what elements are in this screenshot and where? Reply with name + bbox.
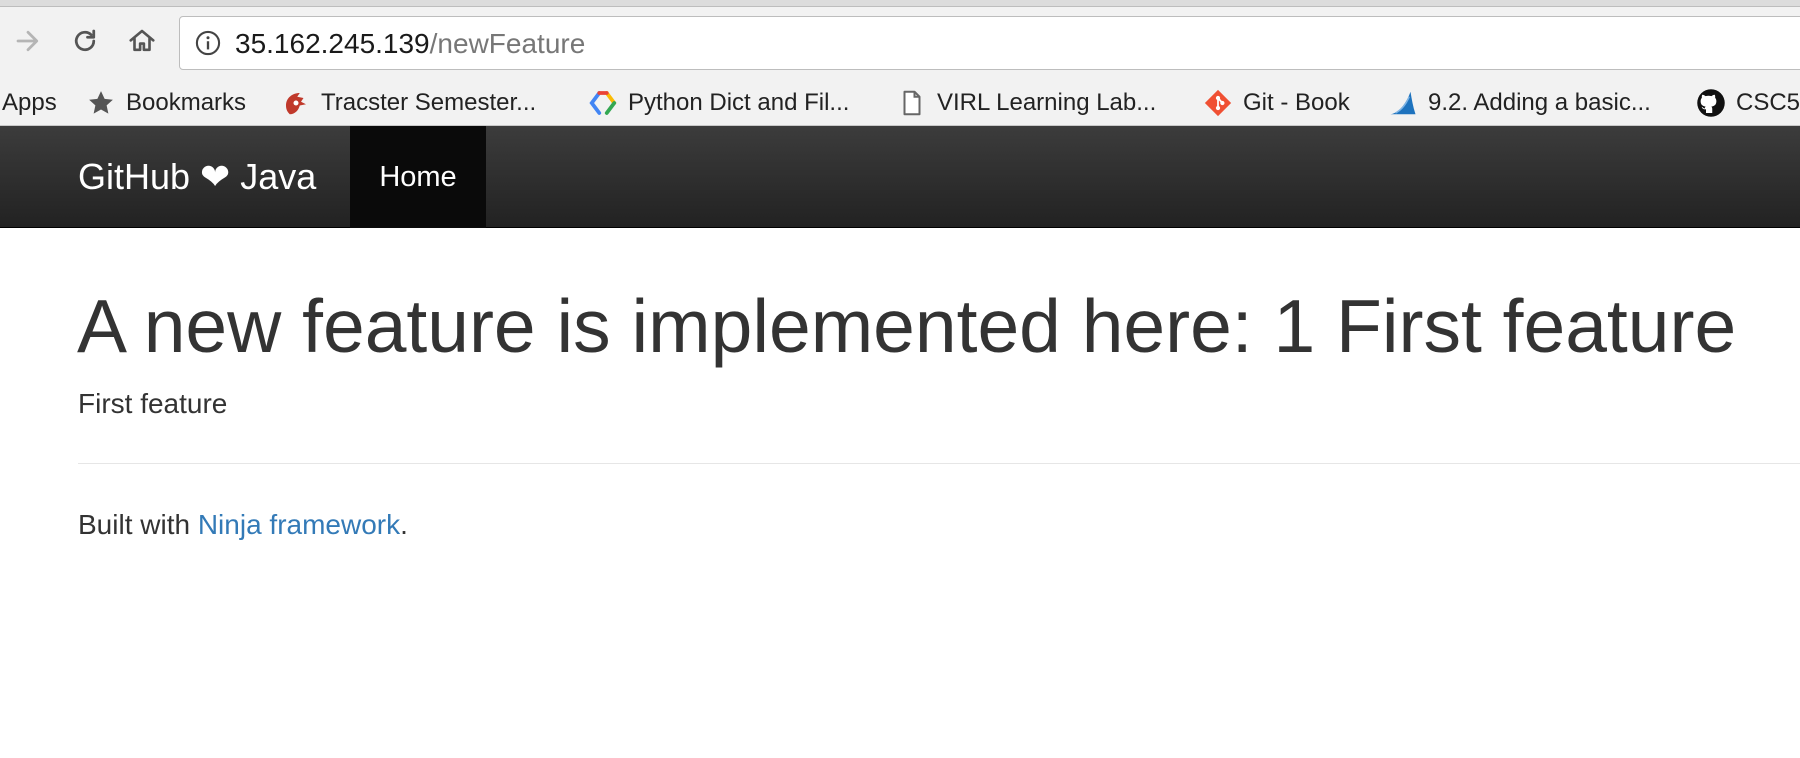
nav-home-link[interactable]: Home [350,126,486,228]
site-navbar: GitHub ❤ Java Home [0,126,1800,228]
document-icon [903,90,921,115]
bookmark-python-dict[interactable]: Python Dict and Fil... [588,79,849,126]
brand-link[interactable]: GitHub ❤ Java [78,126,316,228]
star-icon [89,90,113,114]
home-icon [129,29,155,52]
reload-icon [74,29,96,52]
bookmark-label: CSC5 [1736,88,1800,116]
bookmark-label: Tracster Semester... [321,88,537,116]
info-icon[interactable] [194,29,222,57]
footer-suffix: . [400,509,408,540]
bookmark-bookmarks[interactable]: Bookmarks [86,79,246,126]
bookmark-apps[interactable]: Apps [2,79,57,126]
page-footer: Built with Ninja framework. [78,507,408,543]
url-path: /newFeature [429,28,586,59]
home-button[interactable] [124,23,160,59]
google-drive-icon [589,90,617,115]
feature-description: First feature [78,388,228,419]
bookmark-label: Python Dict and Fil... [628,88,850,116]
bookmark-label: Bookmarks [126,88,247,116]
bookmarks-bar: Apps Bookmarks Tracster Semester... Pyth… [0,79,1800,126]
github-icon [1697,88,1725,117]
arrow-right-icon [16,30,39,52]
address-bar[interactable]: 35.162.245.139/newFeature [179,16,1800,70]
bookmark-label: 9.2. Adding a basic... [1428,88,1651,116]
forward-button[interactable] [10,23,46,59]
tab-strip [0,0,1800,7]
browser-toolbar: 35.162.245.139/newFeature [0,7,1800,79]
url-text[interactable]: 35.162.245.139/newFeature [235,28,585,60]
bookmark-label: VIRL Learning Lab... [937,88,1157,116]
bookmark-label: Git - Book [1243,88,1350,116]
ninja-framework-link[interactable]: Ninja framework [198,509,400,540]
bookmark-adding-basic[interactable]: 9.2. Adding a basic... [1388,79,1651,126]
bookmark-git-book[interactable]: Git - Book [1203,79,1350,126]
reload-button[interactable] [67,23,103,59]
tracster-icon [286,92,306,114]
bookmark-csc5[interactable]: CSC5 [1696,79,1800,126]
git-icon [1204,89,1232,116]
footer-divider [78,463,1800,464]
bookmark-label: Apps [2,88,57,116]
page-heading: A new feature is implemented here: 1 Fir… [77,284,1737,368]
bookmark-virl[interactable]: VIRL Learning Lab... [897,79,1156,126]
footer-prefix: Built with [78,509,198,540]
wireshark-icon [1390,91,1416,114]
bookmark-tracster[interactable]: Tracster Semester... [281,79,536,126]
url-host: 35.162.245.139 [235,28,430,59]
browser-chrome: 35.162.245.139/newFeature Apps Bookmarks… [0,0,1800,126]
